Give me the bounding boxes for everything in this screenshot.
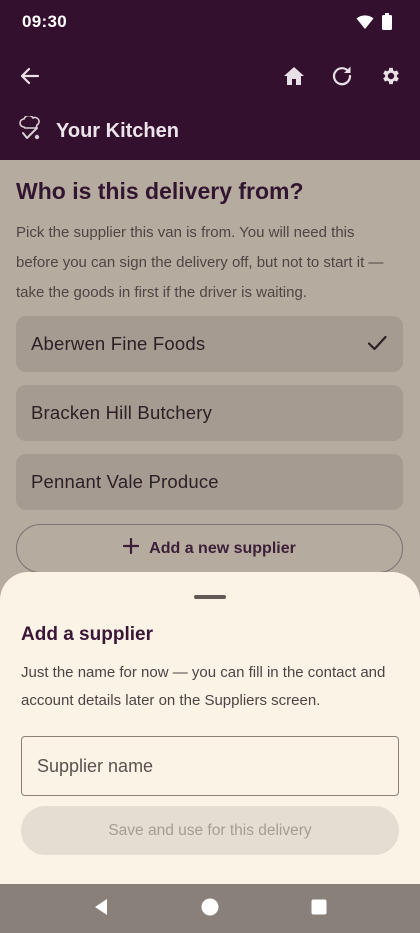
supplier-option-aberwen[interactable]: Aberwen Fine Foods bbox=[16, 316, 403, 372]
add-supplier-label: Add a new supplier bbox=[149, 539, 296, 557]
supplier-option-label: Bracken Hill Butchery bbox=[31, 402, 213, 423]
circle-home-icon bbox=[200, 897, 220, 922]
settings-button[interactable] bbox=[369, 56, 413, 100]
battery-icon bbox=[382, 13, 392, 35]
supplier-option-pennant[interactable]: Pennant Vale Produce bbox=[16, 454, 403, 510]
toolbar bbox=[0, 56, 420, 104]
kitchen-header: Your Kitchen bbox=[18, 114, 179, 147]
status-time: 09:30 bbox=[22, 12, 67, 31]
sheet-description: Just the name for now — you can fill in … bbox=[21, 664, 386, 709]
add-supplier-sheet: Add a supplier Just the name for now — y… bbox=[0, 572, 420, 884]
app-bar: 09:30 Your Kitchen bbox=[0, 0, 420, 160]
sheet-title: Add a supplier bbox=[21, 624, 153, 645]
add-supplier-button[interactable]: Add a new supplier bbox=[16, 524, 403, 573]
kitchen-title: Your Kitchen bbox=[56, 120, 179, 142]
save-supplier-button[interactable]: Save and use for this delivery bbox=[21, 806, 399, 855]
supplier-option-label: Aberwen Fine Foods bbox=[31, 333, 206, 354]
system-nav-bar bbox=[0, 884, 420, 933]
supplier-picker: Who is this delivery from? Pick the supp… bbox=[0, 160, 420, 573]
gear-icon bbox=[380, 65, 402, 92]
wifi-icon bbox=[356, 14, 374, 35]
supplier-name-input[interactable] bbox=[37, 755, 398, 777]
drag-handle[interactable] bbox=[194, 595, 226, 599]
back-button[interactable] bbox=[8, 56, 52, 100]
home-icon bbox=[283, 66, 305, 91]
supplier-option-bracken[interactable]: Bracken Hill Butchery bbox=[16, 385, 403, 441]
refresh-icon bbox=[331, 65, 353, 92]
square-recents-icon bbox=[310, 898, 328, 921]
arrow-left-icon bbox=[20, 66, 40, 91]
nav-back-button[interactable] bbox=[90, 898, 112, 920]
nav-home-button[interactable] bbox=[199, 898, 221, 920]
nav-recents-button[interactable] bbox=[308, 898, 330, 920]
check-icon bbox=[366, 332, 388, 359]
page-title: Who is this delivery from? bbox=[16, 178, 304, 204]
save-supplier-label: Save and use for this delivery bbox=[108, 821, 312, 839]
helper-text: Pick the supplier this van is from. You … bbox=[16, 224, 384, 301]
status-icons bbox=[356, 13, 392, 35]
supplier-name-field[interactable] bbox=[21, 736, 399, 796]
supplier-option-label: Pennant Vale Produce bbox=[31, 471, 219, 492]
home-button[interactable] bbox=[272, 56, 316, 100]
chef-hat-icon bbox=[18, 114, 42, 147]
status-bar: 09:30 bbox=[0, 0, 420, 44]
refresh-button[interactable] bbox=[320, 56, 364, 100]
triangle-back-icon bbox=[92, 898, 110, 921]
plus-icon bbox=[123, 537, 140, 559]
